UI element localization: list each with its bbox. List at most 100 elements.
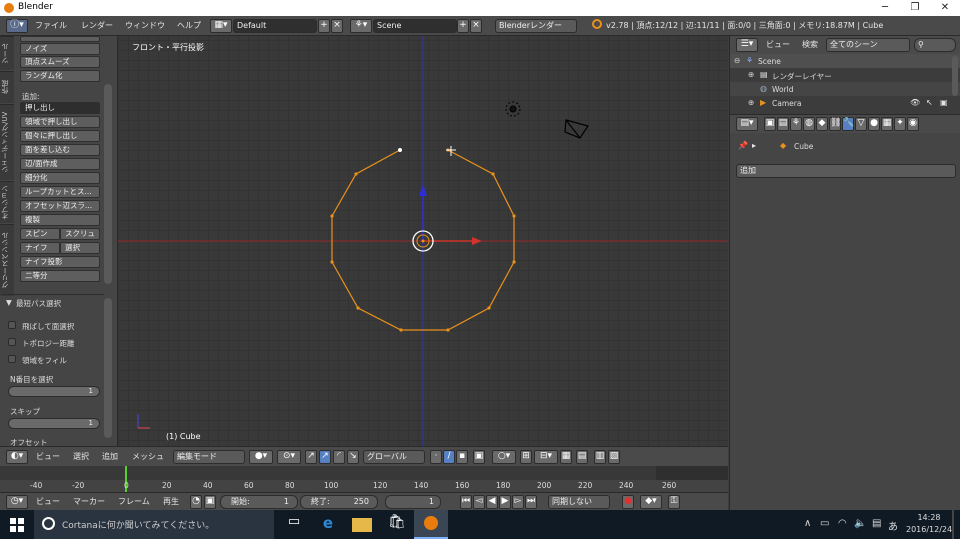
- manipulator-toggle-icon[interactable]: ↗: [305, 450, 317, 464]
- selectability-cursor-icon[interactable]: ↖: [926, 98, 933, 107]
- cortana-search-box[interactable]: Cortanaに何か聞いてみてください。: [34, 510, 274, 539]
- tool-extrude-region[interactable]: 領域で押し出し: [20, 116, 100, 128]
- menu-mesh[interactable]: メッシュ: [132, 451, 164, 462]
- editor-type-timeline-icon[interactable]: ◷▾: [6, 495, 28, 509]
- insert-keyframe-icon[interactable]: ⚿: [668, 495, 680, 509]
- file-explorer-icon[interactable]: [352, 518, 372, 532]
- opengl-anim-icon[interactable]: ▧: [608, 450, 620, 464]
- jump-keyframe-forward-icon[interactable]: ▻: [512, 495, 524, 509]
- tool-noise[interactable]: ノイズ: [20, 43, 100, 55]
- menu-frame[interactable]: フレーム: [118, 496, 150, 507]
- object-context-icon[interactable]: ◆: [816, 117, 828, 131]
- render-context-icon[interactable]: ▣: [764, 117, 776, 131]
- notification-icon[interactable]: ▤: [872, 518, 881, 529]
- tool-bisect[interactable]: 二等分: [20, 270, 100, 282]
- tab-create[interactable]: 作成: [0, 71, 14, 103]
- tool-extrude-individual[interactable]: 個々に押し出し: [20, 130, 100, 142]
- shortest-path-panel-title[interactable]: 最短パス選択: [16, 298, 61, 309]
- volume-icon[interactable]: 🔈: [854, 518, 866, 529]
- scene-field[interactable]: Scene: [373, 19, 457, 33]
- 3d-viewport[interactable]: フロント・平行投影 (1) Cube: [118, 36, 728, 446]
- tool-spin[interactable]: スピン: [20, 228, 60, 240]
- editor-type-3dview-icon[interactable]: ◐▾: [6, 450, 28, 464]
- outliner-row-scene[interactable]: ⊖ ⚘ Scene: [730, 54, 960, 68]
- outliner-filter-select[interactable]: 全てのシーン: [826, 38, 910, 52]
- physics-context-icon[interactable]: ◉: [907, 117, 919, 131]
- menu-add[interactable]: 追加: [102, 451, 118, 462]
- vertex-select-mode-icon[interactable]: ·: [430, 450, 442, 464]
- render-engine-select[interactable]: Blenderレンダー: [495, 19, 577, 33]
- tab-options[interactable]: オプション: [0, 181, 14, 223]
- end-frame-field[interactable]: 終了: 250: [300, 495, 378, 509]
- tool-randomize[interactable]: ランダム化: [20, 70, 100, 82]
- layout-add-icon[interactable]: +: [318, 19, 330, 33]
- menu-playback[interactable]: 再生: [163, 496, 179, 507]
- tab-shading-uv[interactable]: シェーディング/UV: [0, 104, 14, 180]
- outliner-row-render-layers[interactable]: ⊕ ▤ レンダーレイヤー: [730, 68, 960, 82]
- store-icon[interactable]: 🛍: [387, 514, 407, 534]
- editor-type-outliner-icon[interactable]: ☰▾: [736, 38, 758, 52]
- render-layers-context-icon[interactable]: ▤: [777, 117, 789, 131]
- tab-tools[interactable]: ツール: [0, 36, 14, 70]
- play-icon[interactable]: ▶: [499, 495, 511, 509]
- tool-subdivide[interactable]: 細分化: [20, 172, 100, 184]
- tool-knife-select[interactable]: 選択: [60, 242, 100, 254]
- skip-field[interactable]: 1: [8, 418, 100, 429]
- tool-offset-edge[interactable]: オフセット辺スラ...: [20, 200, 100, 212]
- blender-taskbar-button[interactable]: [414, 510, 448, 539]
- orientation-select[interactable]: グローバル: [363, 450, 425, 464]
- editor-type-info-icon[interactable]: ⓘ▾: [6, 19, 28, 33]
- visibility-eye-icon[interactable]: 👁: [910, 98, 920, 107]
- renderability-camera-icon[interactable]: ▣: [940, 98, 948, 107]
- menu-help[interactable]: ヘルプ: [177, 20, 201, 31]
- close-button[interactable]: ✕: [930, 0, 960, 16]
- menu-select[interactable]: 選択: [73, 451, 89, 462]
- edge-select-mode-icon[interactable]: /: [443, 450, 455, 464]
- shading-select-icon[interactable]: ●▾: [249, 450, 273, 464]
- jump-end-icon[interactable]: ⏭: [525, 495, 537, 509]
- tool-inset-faces[interactable]: 面を差し込む: [20, 144, 100, 156]
- toolshelf-scrollbar[interactable]: [104, 84, 112, 284]
- rotate-manipulator-icon[interactable]: ◜: [333, 450, 345, 464]
- jump-start-icon[interactable]: ⏮: [460, 495, 472, 509]
- checkbox-face-stepping[interactable]: [8, 321, 16, 329]
- menu-outliner-view[interactable]: ビュー: [766, 39, 790, 50]
- edge-browser-icon[interactable]: e: [318, 514, 338, 534]
- snap-element-icon[interactable]: ⊟▾: [534, 450, 558, 464]
- sync-mode-select[interactable]: 同期しない: [548, 495, 610, 509]
- scene-add-icon[interactable]: +: [457, 19, 469, 33]
- play-reverse-icon[interactable]: ◀: [486, 495, 498, 509]
- menu-view[interactable]: ビュー: [36, 451, 60, 462]
- expand-icon[interactable]: ⊕: [748, 70, 754, 79]
- expand-icon[interactable]: ⊕: [748, 98, 754, 107]
- expand-icon[interactable]: ⊖: [734, 56, 740, 65]
- outliner-row-camera[interactable]: ⊕ ▶ Camera 👁 ↖ ▣: [730, 96, 960, 110]
- menu-window[interactable]: ウィンドウ: [125, 20, 165, 31]
- tool-button-partial[interactable]: [20, 36, 100, 42]
- proportional-edit-icon[interactable]: ○▾: [492, 450, 516, 464]
- menu-file[interactable]: ファイル: [35, 20, 67, 31]
- checkbox-topology-distance[interactable]: [8, 338, 16, 346]
- opengl-render-icon[interactable]: ▥: [594, 450, 606, 464]
- snap-toggle-icon[interactable]: ⊞: [520, 450, 532, 464]
- keying-set-icon[interactable]: ◆▾: [640, 495, 662, 509]
- menu-outliner-search[interactable]: 検索: [802, 39, 818, 50]
- mode-select[interactable]: 編集モード: [173, 450, 245, 464]
- world-context-icon[interactable]: ◍: [803, 117, 815, 131]
- start-frame-field[interactable]: 開始: 1: [220, 495, 298, 509]
- lock-range-icon[interactable]: ▣: [204, 495, 216, 509]
- task-view-icon[interactable]: ▭: [284, 514, 304, 534]
- pivot-select-icon[interactable]: ⊙▾: [277, 450, 301, 464]
- ime-icon[interactable]: あ: [888, 518, 898, 533]
- nth-select-field[interactable]: 1: [8, 386, 100, 397]
- tool-knife-project[interactable]: ナイフ投影: [20, 256, 100, 268]
- menu-timeline-view[interactable]: ビュー: [36, 496, 60, 507]
- checkbox-fill-region[interactable]: [8, 355, 16, 363]
- menu-marker[interactable]: マーカー: [73, 496, 105, 507]
- wifi-icon[interactable]: ◠: [838, 518, 847, 529]
- data-context-icon[interactable]: ▽: [855, 117, 867, 131]
- tray-chevron-icon[interactable]: ∧: [804, 518, 811, 529]
- layer-icon[interactable]: ▦: [560, 450, 572, 464]
- extrude-select[interactable]: 押し出し: [20, 102, 100, 114]
- modifiers-context-icon[interactable]: 🔧: [842, 117, 854, 131]
